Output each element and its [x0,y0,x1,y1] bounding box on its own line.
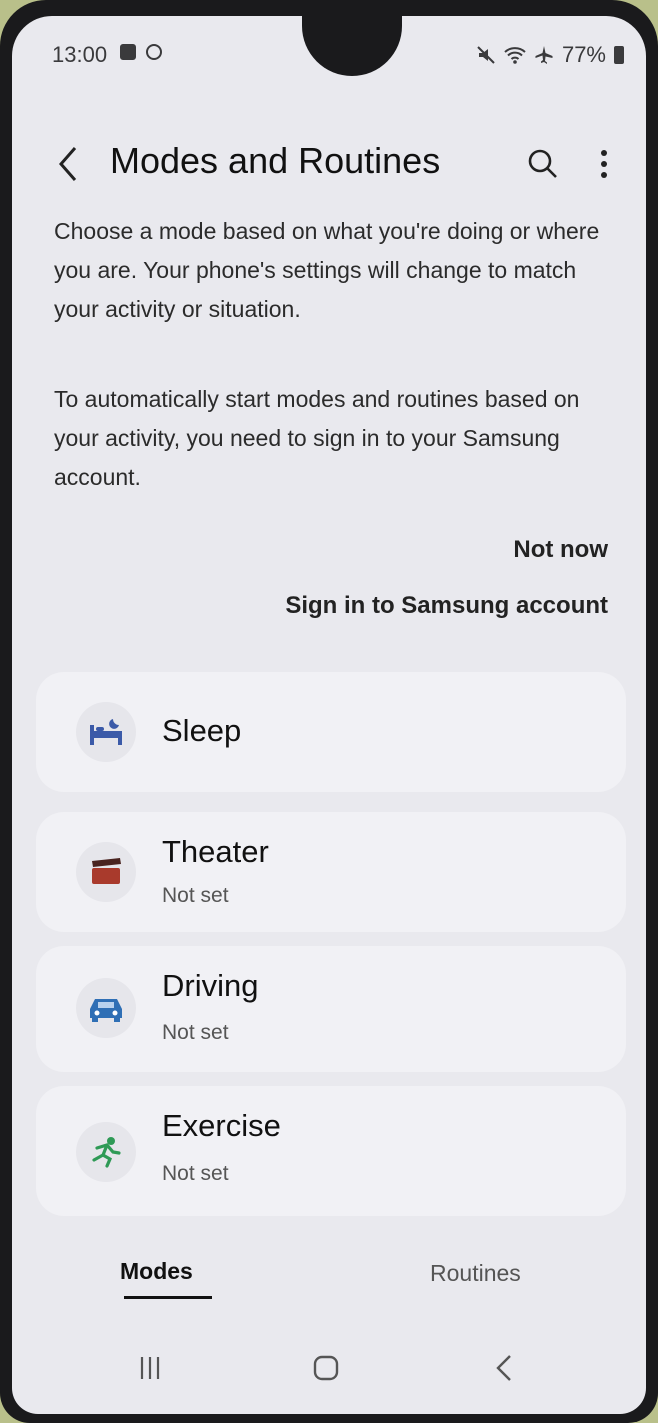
sign-in-description: To automatically start modes and routine… [54,386,580,490]
notification-icon [120,44,136,60]
search-button[interactable] [520,142,566,186]
mute-icon [477,46,495,64]
sign-in-button[interactable]: Sign in to Samsung account [285,592,608,620]
running-icon [76,1122,136,1182]
recents-button[interactable] [130,1348,170,1388]
mode-card-exercise[interactable]: Exercise Not set [36,1086,626,1216]
back-icon [496,1355,511,1381]
active-tab-indicator [124,1296,212,1299]
more-vertical-icon [601,150,607,178]
intro-description: Choose a mode based on what you're doing… [54,218,600,322]
tab-routines[interactable]: Routines [430,1260,521,1287]
home-button[interactable] [304,1348,348,1388]
recents-icon [140,1357,160,1379]
more-options-button[interactable] [592,142,616,186]
mode-status: Not set [162,1021,229,1044]
mode-status: Not set [162,884,229,907]
mode-card-driving[interactable]: Driving Not set [36,946,626,1072]
wifi-icon [504,47,526,64]
nav-back-button[interactable] [484,1348,524,1388]
bed-icon [76,702,136,762]
car-icon [76,978,136,1038]
battery-percentage: 77% [561,42,606,67]
status-bar: 13:00 77% [12,38,646,74]
notification-icons [120,44,162,60]
mode-name: Sleep [162,713,242,748]
battery-icon [614,46,624,64]
mode-name: Exercise [162,1108,281,1143]
home-icon [313,1355,339,1381]
app-bar: Modes and Routines [12,134,646,190]
mode-card-theater[interactable]: Theater Not set [36,812,626,932]
notification-icon [146,44,162,60]
system-navigation-bar [12,1342,646,1402]
search-icon [528,149,557,178]
page-title: Modes and Routines [110,140,441,181]
mode-name: Theater [162,834,269,869]
bottom-tabs: Modes Routines [12,1252,646,1312]
tab-modes[interactable]: Modes [120,1258,193,1285]
phone-frame: 13:00 77% Modes and Routines Choose a mo… [0,0,658,1423]
mode-card-sleep[interactable]: Sleep [36,672,626,792]
clapperboard-icon [76,842,136,902]
chevron-left-icon [59,147,77,181]
back-button[interactable] [48,142,88,186]
airplane-icon [535,46,553,64]
system-icons: 77% [476,42,624,68]
mode-status: Not set [162,1162,229,1185]
mode-name: Driving [162,968,259,1003]
screen: 13:00 77% Modes and Routines Choose a mo… [12,16,646,1414]
not-now-button[interactable]: Not now [513,536,608,564]
status-time: 13:00 [52,42,108,67]
